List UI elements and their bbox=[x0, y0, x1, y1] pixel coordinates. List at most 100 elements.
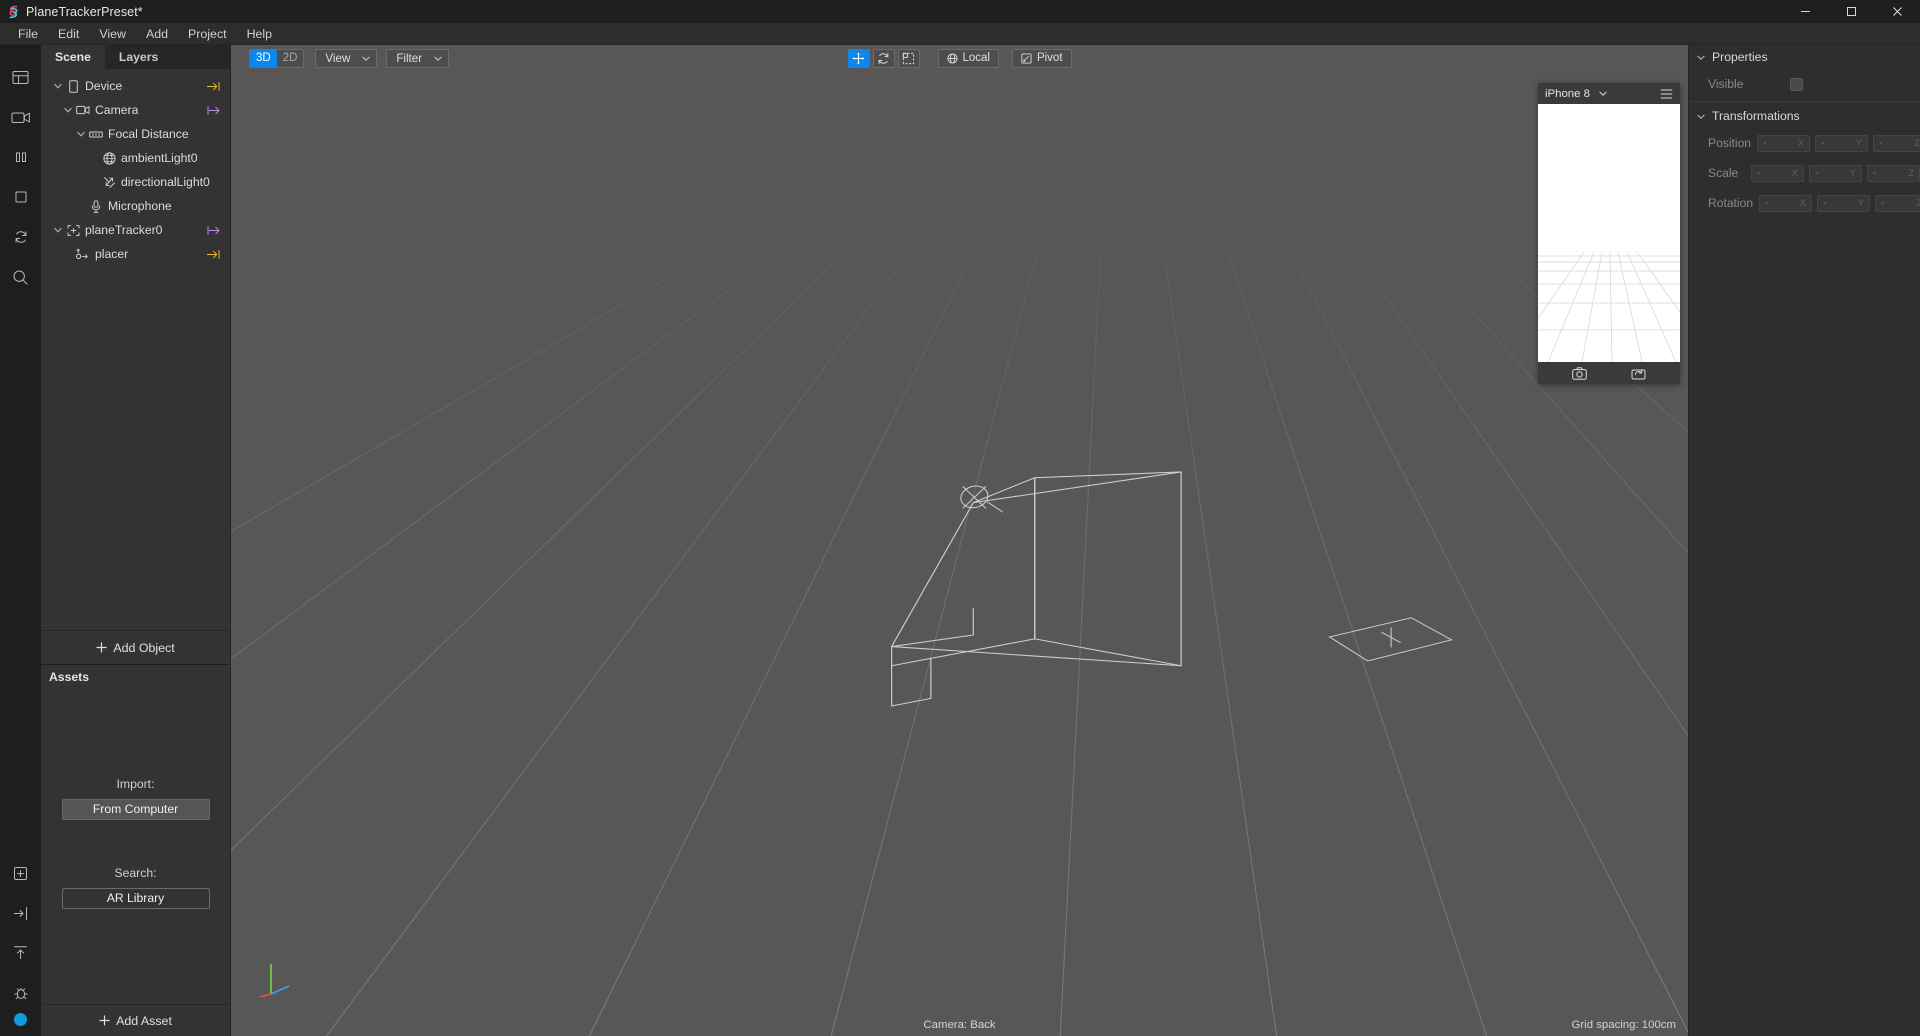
menu-help[interactable]: Help bbox=[237, 24, 282, 44]
position-property-row: Position - X - Y - Z bbox=[1689, 128, 1920, 158]
filter-dropdown-label: Filter bbox=[396, 51, 423, 65]
scale-tool-button[interactable] bbox=[897, 48, 920, 68]
tree-item-device[interactable]: Device bbox=[41, 74, 230, 98]
local-space-button[interactable]: Local bbox=[937, 48, 999, 68]
left-panel: Scene Layers Device Camera Focal Distanc… bbox=[41, 45, 231, 1036]
twisty-icon[interactable] bbox=[61, 98, 74, 122]
twisty-icon[interactable] bbox=[51, 74, 64, 98]
rotation-x-value: - bbox=[1765, 197, 1769, 209]
tree-item-placer[interactable]: placer bbox=[41, 242, 230, 266]
menu-file[interactable]: File bbox=[8, 24, 48, 44]
layout-icon[interactable] bbox=[0, 57, 41, 97]
twisty-icon[interactable] bbox=[74, 122, 87, 146]
ar-library-button[interactable]: AR Library bbox=[61, 887, 210, 909]
refresh-icon[interactable] bbox=[0, 217, 41, 257]
square-icon[interactable] bbox=[0, 177, 41, 217]
chevron-down-icon[interactable] bbox=[1599, 91, 1607, 96]
search-icon[interactable] bbox=[0, 257, 41, 297]
video-camera-icon[interactable] bbox=[0, 97, 41, 137]
hamburger-icon[interactable] bbox=[1660, 88, 1673, 99]
title-bar: PlaneTrackerPreset* bbox=[0, 0, 1920, 23]
tree-item-ambientlight0[interactable]: ambientLight0 bbox=[41, 146, 230, 170]
menu-edit[interactable]: Edit bbox=[48, 24, 89, 44]
device-output-arrow-icon[interactable] bbox=[207, 74, 220, 98]
axis-z-label: Z bbox=[1908, 167, 1914, 179]
viewport-3d-canvas[interactable]: iPhone 8 Camera: Back Grid spacing: 100c… bbox=[231, 71, 1688, 1036]
upload-icon[interactable] bbox=[0, 933, 41, 973]
tree-label: Microphone bbox=[108, 199, 172, 213]
position-z-field[interactable]: - Z bbox=[1873, 134, 1920, 152]
tab-layers[interactable]: Layers bbox=[104, 45, 230, 69]
tree-item-focal-distance[interactable]: Focal Distance bbox=[41, 122, 230, 146]
twisty-icon[interactable] bbox=[51, 218, 64, 242]
pivot-label: Pivot bbox=[1036, 52, 1063, 64]
axis-z-label: Z bbox=[1914, 137, 1920, 149]
scale-x-field[interactable]: - X bbox=[1751, 164, 1804, 182]
pivot-button[interactable]: Pivot bbox=[1011, 48, 1072, 68]
rotation-property-row: Rotation - X - Y - Z bbox=[1689, 188, 1920, 218]
pause-icon[interactable] bbox=[0, 137, 41, 177]
assets-panel: Assets Import: From Computer Search: AR … bbox=[41, 664, 230, 1036]
chevron-down-icon[interactable] bbox=[1697, 114, 1705, 119]
add-patch-icon[interactable] bbox=[0, 853, 41, 893]
add-object-button[interactable]: Add Object bbox=[41, 630, 230, 664]
device-preview-screen[interactable] bbox=[1538, 104, 1680, 362]
planetracker-io-arrow-icon[interactable] bbox=[207, 218, 220, 242]
menu-view[interactable]: View bbox=[89, 24, 136, 44]
view-dropdown-label: View bbox=[325, 51, 351, 65]
scale-y-field[interactable]: - Y bbox=[1809, 164, 1862, 182]
position-x-field[interactable]: - X bbox=[1757, 134, 1811, 152]
scene-layers-tabs: Scene Layers bbox=[41, 45, 230, 69]
camera-capture-icon[interactable] bbox=[1572, 366, 1587, 380]
minimize-button[interactable] bbox=[1782, 0, 1828, 23]
transformations-section-title: Transformations bbox=[1712, 109, 1800, 123]
add-asset-button[interactable]: Add Asset bbox=[41, 1004, 230, 1036]
properties-section-header[interactable]: Properties bbox=[1689, 45, 1920, 69]
import-from-computer-button[interactable]: From Computer bbox=[61, 798, 210, 820]
placer-output-arrow-icon[interactable] bbox=[207, 242, 220, 266]
scale-label: Scale bbox=[1708, 166, 1739, 180]
import-icon[interactable] bbox=[0, 893, 41, 933]
transformations-section-header[interactable]: Transformations bbox=[1689, 104, 1920, 128]
tree-label: planeTracker0 bbox=[85, 223, 163, 237]
window-title: PlaneTrackerPreset* bbox=[26, 4, 143, 19]
scale-z-field[interactable]: - Z bbox=[1867, 164, 1920, 182]
tree-label: directionalLight0 bbox=[121, 175, 210, 189]
camera-io-arrow-icon[interactable] bbox=[207, 98, 220, 122]
maximize-icon bbox=[1846, 7, 1856, 16]
rotation-y-field[interactable]: - Y bbox=[1817, 194, 1871, 212]
menu-add[interactable]: Add bbox=[136, 24, 178, 44]
bug-icon[interactable] bbox=[0, 973, 41, 1013]
device-name-label[interactable]: iPhone 8 bbox=[1545, 88, 1590, 100]
chevron-down-icon[interactable] bbox=[1697, 55, 1705, 60]
position-y-field[interactable]: - Y bbox=[1815, 134, 1869, 152]
record-loop-icon[interactable] bbox=[1631, 367, 1646, 380]
axis-x-label: X bbox=[1791, 167, 1798, 179]
scale-y-value: - bbox=[1815, 167, 1819, 179]
tree-item-camera[interactable]: Camera bbox=[41, 98, 230, 122]
tree-item-microphone[interactable]: Microphone bbox=[41, 194, 230, 218]
visible-checkbox[interactable] bbox=[1790, 77, 1803, 91]
maximize-button[interactable] bbox=[1828, 0, 1874, 23]
tree-item-directionallight0[interactable]: directionalLight0 bbox=[41, 170, 230, 194]
transform-tool-group: Local Pivot bbox=[847, 48, 1072, 68]
minimize-icon bbox=[1800, 11, 1810, 12]
tab-scene[interactable]: Scene bbox=[41, 45, 105, 69]
device-preview-panel: iPhone 8 bbox=[1538, 83, 1680, 384]
move-tool-button[interactable] bbox=[847, 48, 870, 68]
toggle-2d[interactable]: 2D bbox=[276, 49, 304, 67]
filter-dropdown[interactable]: Filter bbox=[386, 48, 450, 68]
rotate-tool-button[interactable] bbox=[872, 48, 895, 68]
rotation-x-field[interactable]: - X bbox=[1759, 194, 1813, 212]
view-dropdown[interactable]: View bbox=[315, 48, 378, 68]
status-indicator-dot bbox=[14, 1013, 27, 1026]
close-button[interactable] bbox=[1874, 0, 1920, 23]
assets-body: Import: From Computer Search: AR Library bbox=[41, 689, 230, 1004]
visible-label: Visible bbox=[1708, 77, 1744, 91]
tree-label: Focal Distance bbox=[108, 127, 189, 141]
tree-item-planetracker0[interactable]: planeTracker0 bbox=[41, 218, 230, 242]
rotation-z-field[interactable]: - Z bbox=[1875, 194, 1920, 212]
viewport-area: 3D 2D View Filter Local Pivot iPhone 8 C… bbox=[231, 45, 1688, 1036]
menu-project[interactable]: Project bbox=[178, 24, 237, 44]
toggle-3d[interactable]: 3D bbox=[250, 49, 277, 67]
